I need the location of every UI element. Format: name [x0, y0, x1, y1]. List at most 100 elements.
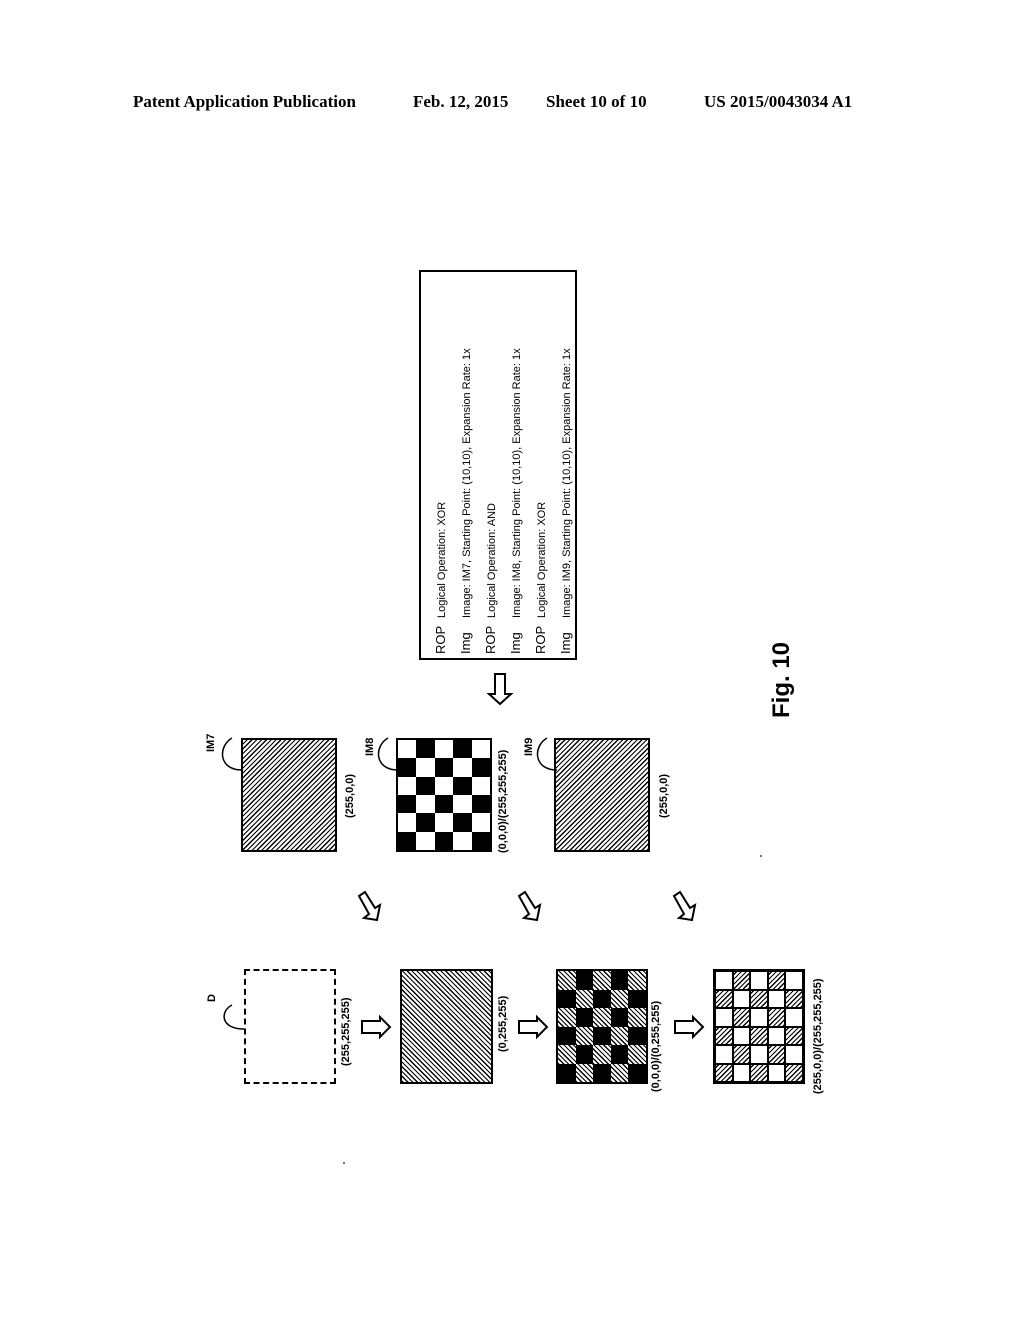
checker-cell: [471, 831, 490, 850]
checker-cell: [398, 776, 417, 795]
checker-cell: [628, 1063, 646, 1082]
checker-cell: [434, 776, 454, 795]
checker-cell: [471, 795, 490, 814]
checker-cell: [715, 971, 733, 990]
color-label-im9: (255,0,0): [658, 773, 670, 818]
ref-label-im7: IM7: [205, 733, 217, 752]
destination-image-d: [244, 969, 336, 1084]
diagonal-arrow-icon: [357, 890, 382, 922]
checker-cell: [471, 776, 490, 795]
right-arrow-icon: [361, 1014, 392, 1040]
checker-cell: [785, 1026, 803, 1045]
checker-cell: [785, 989, 803, 1008]
checker-cell: [575, 1026, 594, 1045]
checker-cell: [732, 1026, 751, 1045]
color-label-d: (255,255,255): [340, 997, 352, 1067]
checker-cell: [750, 1008, 768, 1027]
leader-line-d: [223, 1004, 245, 1030]
checker-cell: [610, 1045, 629, 1064]
checker-cell: [732, 1008, 751, 1027]
checker-cell: [732, 1045, 751, 1064]
checker-cell: [767, 1063, 786, 1082]
checker-cell: [453, 740, 472, 759]
checker-cell: [434, 758, 454, 777]
checker-cell: [575, 1045, 594, 1064]
checker-cell: [471, 813, 490, 832]
checker-cell: [453, 776, 472, 795]
checker-cell: [575, 1063, 594, 1082]
checker-cell: [398, 831, 417, 850]
checker-cell: [558, 989, 576, 1008]
color-label-im8: (0,0,0)/(255,255,255): [497, 749, 509, 853]
checker-cell: [416, 776, 435, 795]
checker-cell: [785, 1045, 803, 1064]
checker-cell: [628, 1045, 646, 1064]
checker-cell: [558, 971, 576, 990]
checker-cell: [610, 1008, 629, 1027]
checker-cell: [767, 1045, 786, 1064]
checker-cell: [434, 813, 454, 832]
checker-cell: [416, 813, 435, 832]
color-label-im7: (255,0,0): [344, 773, 356, 818]
checker-cell: [416, 831, 435, 850]
source-image-im8: [396, 738, 492, 852]
checker-cell: [398, 740, 417, 759]
checker-cell: [767, 1008, 786, 1027]
checker-cell: [416, 758, 435, 777]
checker-cell: [628, 971, 646, 990]
checker-cell: [610, 989, 629, 1008]
checker-cell: [750, 1063, 768, 1082]
checker-cell: [593, 1026, 611, 1045]
checker-cell: [715, 1026, 733, 1045]
legend-row: ImgImage: IM8, Starting Point: (10,10), …: [508, 348, 523, 654]
destination-image-step2: [400, 969, 493, 1084]
diagonal-arrow-icon: [517, 890, 542, 922]
color-label-step2: (0,255,255): [497, 995, 509, 1052]
checker-cell: [471, 740, 490, 759]
publication-type: Patent Application Publication: [133, 92, 356, 111]
checker-cell: [732, 989, 751, 1008]
ref-label-d: D: [206, 994, 218, 1002]
checker-cell: [593, 971, 611, 990]
checker-cell: [398, 813, 417, 832]
source-image-im7: [241, 738, 337, 852]
right-arrow-icon: [674, 1014, 705, 1040]
checker-cell: [767, 989, 786, 1008]
checker-cell: [715, 989, 733, 1008]
checker-cell: [453, 831, 472, 850]
checker-cell: [434, 795, 454, 814]
checker-cell: [558, 1008, 576, 1027]
checker-cell: [750, 1026, 768, 1045]
down-arrow-icon: [486, 673, 514, 706]
sheet-number: Sheet 10 of 10: [546, 92, 647, 111]
legend-row: ImgImage: IM9, Starting Point: (10,10), …: [558, 348, 573, 654]
checker-cell: [628, 1026, 646, 1045]
source-image-im9: [554, 738, 650, 852]
checker-cell: [715, 1063, 733, 1082]
figure-label: Fig. 10: [768, 641, 795, 718]
checker-cell: [785, 1063, 803, 1082]
checker-cell: [732, 1063, 751, 1082]
checker-cell: [471, 758, 490, 777]
diagonal-arrow-icon: [672, 890, 697, 922]
right-arrow-icon: [518, 1014, 549, 1040]
checker-cell: [434, 740, 454, 759]
checker-cell: [750, 971, 768, 990]
checker-cell: [453, 813, 472, 832]
checker-cell: [628, 989, 646, 1008]
checker-cell: [416, 740, 435, 759]
checker-cell: [628, 1008, 646, 1027]
checker-cell: [434, 831, 454, 850]
checker-cell: [750, 1045, 768, 1064]
checker-cell: [416, 795, 435, 814]
checker-cell: [715, 1008, 733, 1027]
checker-cell: [767, 1026, 786, 1045]
legend-row: ImgImage: IM7, Starting Point: (10,10), …: [458, 348, 473, 654]
checker-cell: [785, 1008, 803, 1027]
checker-cell: [750, 989, 768, 1008]
checker-cell: [558, 1026, 576, 1045]
patent-number: US 2015/0043034 A1: [704, 92, 853, 111]
checker-cell: [715, 1045, 733, 1064]
checker-cell: [610, 1026, 629, 1045]
ref-label-im8: IM8: [364, 737, 376, 756]
